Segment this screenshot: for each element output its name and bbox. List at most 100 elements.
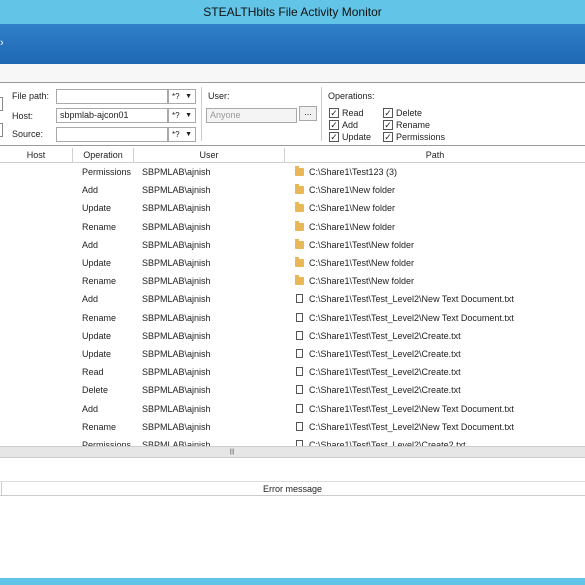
table-row[interactable]: SBPMLAB-AJCON01RenameSBPMLAB\ajnishC:\Sh… [0, 272, 585, 290]
cell-operation: Update [82, 258, 112, 268]
table-row[interactable]: SBPMLAB-AJCON01AddSBPMLAB\ajnishC:\Share… [0, 400, 585, 418]
file-path-label: File path: [12, 91, 50, 101]
cell-operation: Add [82, 185, 99, 196]
table-row[interactable]: SBPMLAB-AJCON01PermissionsSBPMLAB\ajnish… [0, 163, 585, 181]
filter-divider [321, 87, 322, 141]
cell-user: SBPMLAB\ajnish [142, 385, 211, 396]
cell-path: C:\Share1\Test\Test_Level2\Create.txt [309, 385, 461, 396]
folder-icon [295, 166, 304, 176]
operation-read-checkbox[interactable]: ✓ Read [329, 107, 364, 119]
cell-user: SBPMLAB\ajnish [142, 239, 211, 250]
ribbon-bar: › [0, 24, 585, 64]
error-table-header: Error message [0, 482, 585, 496]
match-option: *? [172, 130, 180, 139]
cell-path: C:\Share1\Test\Test_Level2\New Text Docu… [309, 403, 514, 414]
cell-operation: Rename [82, 276, 117, 287]
column-header-path[interactable]: Path [285, 148, 585, 163]
cell-user: SBPMLAB\ajnish [142, 203, 211, 214]
activity-table: Host Operation User Path SBPMLAB-AJCON01… [0, 148, 585, 448]
cell-user: SBPMLAB\ajnish [142, 185, 211, 196]
operation-update-label: Update [342, 132, 372, 142]
cell-path: C:\Share1\Test\New folder [309, 276, 415, 287]
cell-user: SBPMLAB\ajnish [142, 330, 211, 341]
table-row[interactable]: SBPMLAB-AJCON01ReadSBPMLAB\ajnishC:\Shar… [0, 363, 585, 381]
checkmark-icon: ✓ [329, 132, 339, 142]
document-icon [296, 330, 303, 340]
document-icon [296, 294, 303, 304]
source-input[interactable] [56, 127, 168, 142]
operations-label: Operations: [328, 91, 375, 101]
cell-operation: Rename [82, 312, 117, 323]
filter-panel: File path: *? ▼ Host: sbpmlab-ajcon01 *? ▼… [0, 82, 585, 146]
operation-rename-checkbox[interactable]: ✓ Rename [383, 119, 430, 131]
cell-user: SBPMLAB\ajnish [142, 367, 211, 378]
cell-operation: Add [82, 239, 99, 250]
cell-user: SBPMLAB\ajnish [142, 221, 211, 232]
operation-update-checkbox[interactable]: ✓ Update [329, 131, 371, 143]
folder-icon [295, 275, 304, 286]
cell-user: SBPMLAB\ajnish [142, 294, 211, 305]
left-edge-control[interactable] [0, 123, 3, 137]
folder-icon [295, 202, 304, 213]
operation-delete-checkbox[interactable]: ✓ Delete [383, 107, 422, 119]
checkmark-icon: ✓ [329, 108, 339, 118]
column-header-error-message[interactable]: Error message [263, 484, 322, 494]
scrollbar-grip-icon[interactable]: ||| [226, 449, 238, 455]
table-row[interactable]: SBPMLAB-AJCON01RenameSBPMLAB\ajnishC:\Sh… [0, 418, 585, 436]
chevron-down-icon: ▼ [185, 112, 192, 119]
cell-user: SBPMLAB\ajnish [142, 312, 211, 323]
operation-read-label: Read [342, 108, 364, 118]
chevron-down-icon: ▼ [185, 93, 192, 100]
source-label: Source: [12, 129, 44, 139]
cell-path: C:\Share1\Test\Test_Level2\Create.txt [309, 349, 461, 359]
column-header-user[interactable]: User [134, 148, 285, 163]
cell-path: C:\Share1\Test\Test_Level2\New Text Docu… [309, 421, 514, 432]
cell-user: SBPMLAB\ajnish [142, 403, 211, 414]
table-row[interactable]: SBPMLAB-AJCON01DeleteSBPMLAB\ajnishC:\Sh… [0, 381, 585, 399]
operation-add-checkbox[interactable]: ✓ Add [329, 119, 358, 131]
file-path-match-dropdown[interactable]: *? ▼ [168, 89, 196, 104]
table-row[interactable]: SBPMLAB-AJCON01UpdateSBPMLAB\ajnishC:\Sh… [0, 327, 585, 345]
table-row[interactable]: SBPMLAB-AJCON01AddSBPMLAB\ajnishC:\Share… [0, 236, 585, 254]
cell-operation: Update [82, 203, 112, 214]
table-row[interactable]: SBPMLAB-AJCON01RenameSBPMLAB\ajnishC:\Sh… [0, 218, 585, 236]
cell-user: SBPMLAB\ajnish [142, 349, 211, 359]
table-row[interactable]: SBPMLAB-AJCON01UpdateSBPMLAB\ajnishC:\Sh… [0, 345, 585, 363]
table-row[interactable]: SBPMLAB-AJCON01AddSBPMLAB\ajnishC:\Share… [0, 181, 585, 199]
cell-user: SBPMLAB\ajnish [142, 258, 211, 268]
table-row[interactable]: SBPMLAB-AJCON01RenameSBPMLAB\ajnishC:\Sh… [0, 309, 585, 327]
host-match-dropdown[interactable]: *? ▼ [168, 108, 196, 123]
cell-operation: Update [82, 330, 112, 341]
window-title: STEALTHbits File Activity Monitor [203, 5, 382, 19]
column-header-operation[interactable]: Operation [73, 148, 134, 163]
cell-path: C:\Share1\Test\Test_Level2\New Text Docu… [309, 312, 514, 323]
left-edge-control[interactable] [0, 97, 3, 111]
cell-user: SBPMLAB\ajnish [142, 421, 211, 432]
table-row[interactable]: SBPMLAB-AJCON01UpdateSBPMLAB\ajnishC:\Sh… [0, 254, 585, 272]
source-match-dropdown[interactable]: *? ▼ [168, 127, 196, 142]
table-row[interactable]: SBPMLAB-AJCON01UpdateSBPMLAB\ajnishC:\Sh… [0, 199, 585, 217]
ribbon-arrow-icon[interactable]: › [0, 37, 4, 49]
file-path-input[interactable] [56, 89, 168, 104]
host-input[interactable]: sbpmlab-ajcon01 [56, 108, 168, 123]
document-icon [296, 403, 303, 413]
document-icon [296, 312, 303, 322]
checkmark-icon: ✓ [329, 120, 339, 130]
cell-path: C:\Share1\Test\Test_Level2\Create.txt [309, 367, 461, 378]
cell-path: C:\Share1\Test\Test_Level2\Create.txt [309, 330, 461, 341]
window-title-bar: STEALTHbits File Activity Monitor [0, 0, 585, 24]
chevron-down-icon: ▼ [185, 131, 192, 138]
match-option: *? [172, 92, 180, 101]
column-divider [0, 482, 2, 496]
cell-path: C:\Share1\Test\Test_Level2\New Text Docu… [309, 294, 514, 305]
toolbar-spacer [0, 64, 585, 82]
user-browse-button[interactable]: ... [299, 106, 317, 121]
document-icon [296, 421, 303, 431]
cell-operation: Update [82, 349, 112, 359]
horizontal-scrollbar[interactable]: ||| [0, 446, 585, 458]
column-header-host[interactable]: Host [0, 148, 73, 163]
user-input[interactable]: Anyone [206, 108, 297, 123]
operation-permissions-checkbox[interactable]: ✓ Permissions [383, 131, 445, 143]
cell-operation: Rename [82, 421, 117, 432]
table-row[interactable]: SBPMLAB-AJCON01AddSBPMLAB\ajnishC:\Share… [0, 290, 585, 308]
